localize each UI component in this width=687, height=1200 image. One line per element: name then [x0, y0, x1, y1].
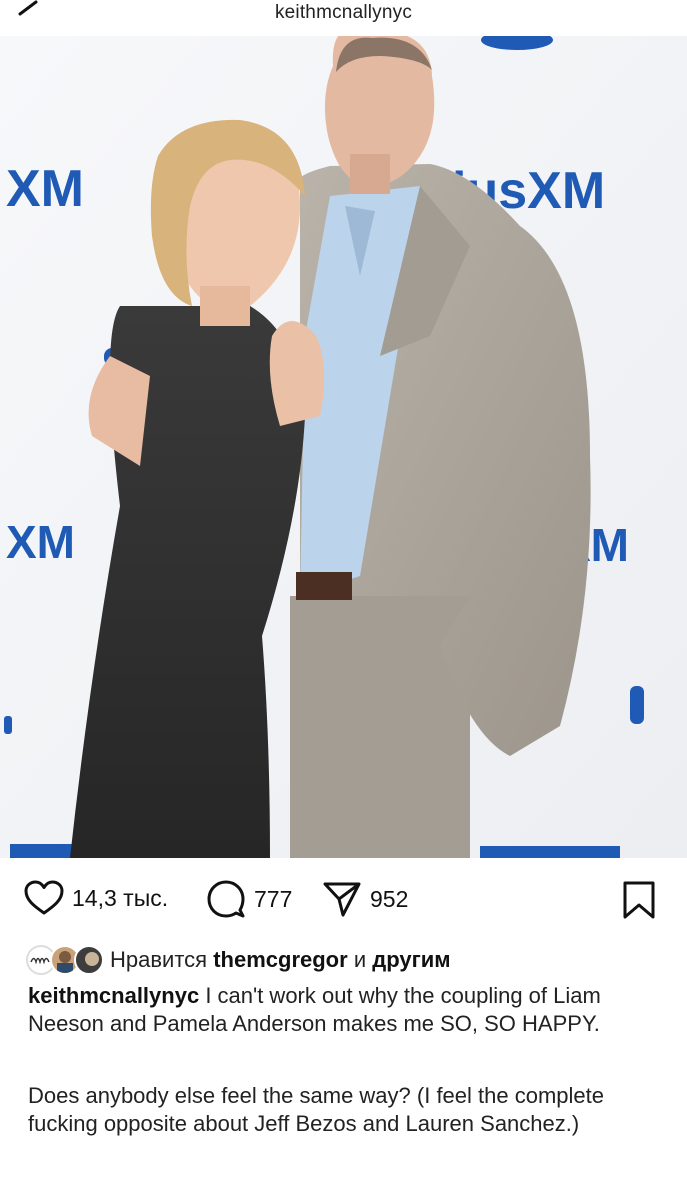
heart-icon — [24, 880, 64, 915]
backdrop-logo-text: XM — [6, 516, 75, 568]
backdrop-logo-text: XM — [6, 160, 84, 218]
liked-by-user[interactable]: themcgregor — [213, 947, 347, 972]
liked-by-row[interactable]: Нравится themcgregor и другим — [26, 940, 451, 980]
post-author-username[interactable]: keithmcnallynyc — [0, 2, 687, 24]
share-icon — [323, 882, 361, 917]
caption-username[interactable]: keithmcnallynyc — [28, 983, 199, 1008]
liked-by-prefix: Нравится — [110, 947, 208, 972]
comments-count: 777 — [254, 885, 293, 912]
post-photo[interactable]: XM iusXM XM XM S — [0, 36, 687, 858]
liked-by-conjunction: и — [353, 947, 367, 972]
like-button[interactable]: 14,3 тыс. — [24, 880, 168, 916]
caption-paragraph: keithmcnallynyc I can't work out why the… — [28, 982, 668, 1038]
caption-paragraph-2: Does anybody else feel the same way? (I … — [28, 1083, 604, 1136]
top-bar: keithmcnallynyc — [0, 0, 687, 36]
comment-button[interactable]: 777 — [206, 880, 292, 918]
likes-count: 14,3 тыс. — [72, 884, 169, 911]
post-caption: keithmcnallynyc I can't work out why the… — [28, 982, 668, 1138]
comment-icon — [207, 880, 245, 918]
share-button[interactable]: 952 — [322, 880, 408, 918]
liked-by-text: Нравится themcgregor и другим — [110, 947, 451, 973]
shares-count: 952 — [370, 885, 409, 912]
avatar — [74, 945, 104, 975]
liker-avatars — [26, 942, 108, 978]
bookmark-icon[interactable] — [622, 880, 656, 920]
post-actions: 14,3 тыс. 777 952 — [0, 870, 687, 932]
liked-by-others[interactable]: другим — [372, 947, 450, 972]
